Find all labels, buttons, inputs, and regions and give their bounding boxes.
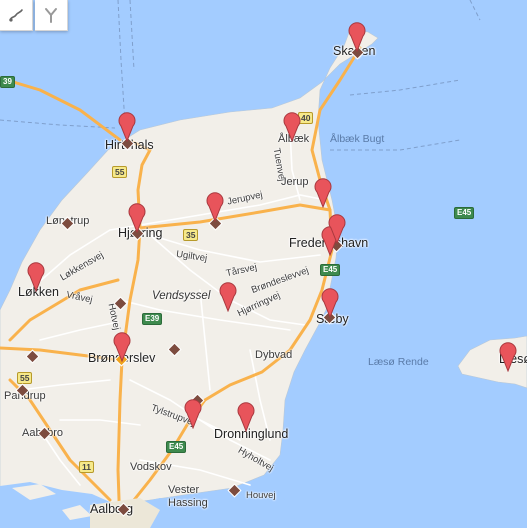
road-shield: 35 bbox=[183, 229, 199, 241]
route-tool-button[interactable] bbox=[35, 0, 68, 31]
hand-draw-icon bbox=[9, 9, 23, 22]
pin-marker-icon-bronderslev[interactable] bbox=[320, 284, 340, 318]
pin-marker-icon-frederikshavn-1[interactable] bbox=[205, 188, 225, 222]
road-shield: 11 bbox=[79, 461, 94, 473]
pin-marker-icon-dronninglund[interactable] bbox=[183, 395, 203, 429]
diamond-marker-icon-hotvej[interactable] bbox=[113, 296, 128, 311]
diamond-marker-icon-bronderslev-east[interactable] bbox=[167, 342, 182, 357]
road-label: Houvej bbox=[246, 490, 276, 501]
region-label: Vendsyssel bbox=[152, 290, 211, 302]
diamond-marker-icon-vester-hassing[interactable] bbox=[227, 483, 242, 498]
pin-marker-icon-lokken[interactable] bbox=[218, 278, 238, 312]
road-shield: E39 bbox=[142, 313, 163, 325]
pin-marker-icon-albaek[interactable] bbox=[282, 108, 302, 142]
map-view[interactable]: Skagen Hirtshals Ålbæk Ålbæk Bugt Tuenve… bbox=[0, 0, 527, 528]
place-label: Ålbæk Bugt bbox=[330, 133, 385, 145]
place-label[interactable]: Jerup bbox=[281, 177, 309, 188]
pin-marker-icon-saeby[interactable] bbox=[26, 258, 46, 292]
diamond-marker-icon-lonstrup[interactable] bbox=[60, 216, 75, 231]
pin-marker-icon-skagen[interactable] bbox=[347, 18, 367, 52]
pin-marker-icon-hjorring[interactable] bbox=[127, 199, 147, 233]
place-label[interactable]: Vodskov bbox=[130, 462, 172, 473]
road-shield: 39 bbox=[0, 76, 15, 88]
place-label[interactable]: Vester Hassing bbox=[168, 484, 228, 510]
pin-marker-icon-jerup[interactable] bbox=[313, 174, 333, 208]
diamond-marker-icon-aabybro[interactable] bbox=[37, 426, 52, 441]
pin-marker-icon-tylstrup[interactable] bbox=[498, 338, 518, 372]
diamond-marker-icon-pandrup[interactable] bbox=[15, 383, 30, 398]
pin-marker-icon-hjorringvej[interactable] bbox=[327, 210, 347, 244]
road-shield: E45 bbox=[320, 264, 341, 276]
route-fork-icon bbox=[45, 8, 57, 23]
pin-marker-icon[interactable] bbox=[236, 398, 256, 432]
road-shield: 55 bbox=[112, 166, 128, 178]
water-label: Læsø Rende bbox=[368, 356, 429, 368]
diamond-marker-icon-pandrup-north[interactable] bbox=[25, 349, 40, 364]
diamond-marker-icon-aalborg[interactable] bbox=[116, 502, 131, 517]
pin-marker-icon-laeso[interactable] bbox=[112, 328, 132, 362]
road-shield: E45 bbox=[166, 441, 187, 453]
road-shield: E45 bbox=[454, 207, 475, 219]
place-label[interactable]: Dybvad bbox=[255, 350, 292, 361]
draw-tool-button[interactable] bbox=[0, 0, 33, 31]
pin-marker-icon-hirtshals[interactable] bbox=[117, 108, 137, 142]
